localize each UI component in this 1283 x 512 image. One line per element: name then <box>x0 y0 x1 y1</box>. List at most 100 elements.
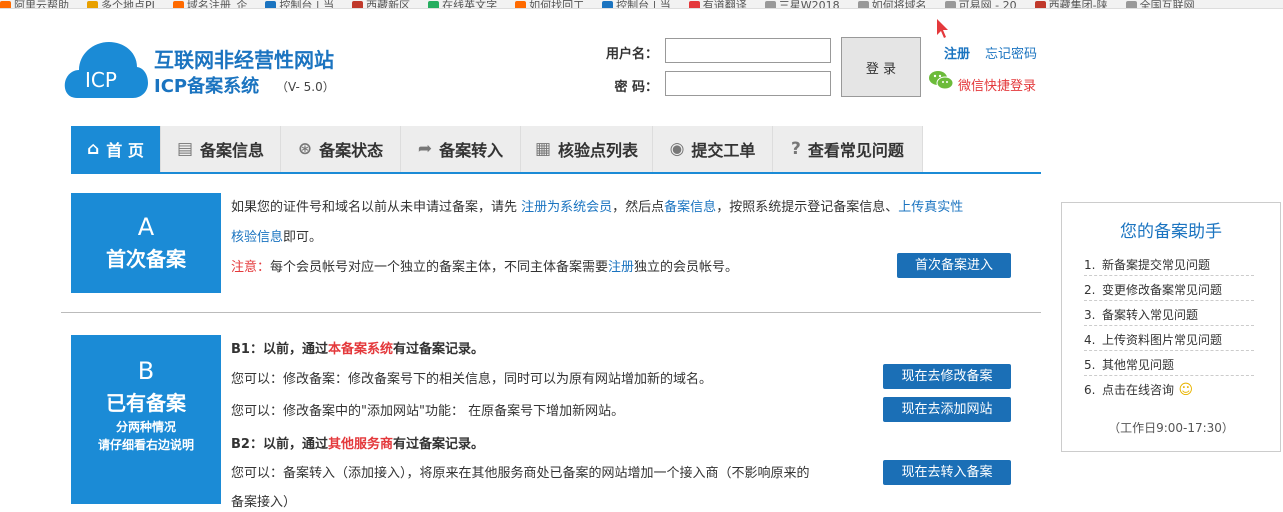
bookmark-label: 如何将域名 <box>871 0 927 9</box>
logo-icp-text: ICP <box>85 68 117 92</box>
modify-filing-button[interactable]: 现在去修改备案 <box>883 364 1011 389</box>
login-button[interactable]: 登 录 <box>841 37 921 97</box>
assistant-link-4[interactable]: 4. 上传资料图片常见问题 <box>1084 331 1254 351</box>
section-a-box: A 首次备案 <box>71 193 221 293</box>
section-a-title: 首次备案 <box>106 247 186 271</box>
working-hours: （工作日9:00-17:30） <box>1108 421 1234 435</box>
note-register-link[interactable]: 注册 <box>608 260 634 275</box>
bookmark-item[interactable]: 西藏新区 <box>352 0 411 9</box>
username-input[interactable] <box>665 38 831 63</box>
b1-heading: B1：以前，通过本备案系统有过备案记录。 <box>231 342 484 357</box>
bookmark-favicon-icon <box>602 0 614 8</box>
section-a-intro-line2: 核验信息即可。 <box>231 230 323 245</box>
section-b-sub1: 分两种情况 <box>115 420 176 434</box>
bookmark-favicon-icon <box>1034 0 1046 8</box>
password-label: 密 码： <box>614 80 658 95</box>
section-b-title: 已有备案 <box>106 391 186 415</box>
bookmark-label: 全国互联网 <box>1139 0 1195 9</box>
bookmark-favicon-icon <box>515 0 527 8</box>
section-b-sub2: 请仔细看右边说明 <box>97 438 194 452</box>
home-icon: ⌂ <box>87 139 100 159</box>
register-link[interactable]: 注册 <box>944 43 970 62</box>
wechat-icon[interactable] <box>928 70 954 90</box>
bookmark-label: 控制台 | 当 <box>616 0 671 9</box>
bookmark-favicon-icon <box>428 0 440 8</box>
section-a-letter: A <box>137 213 155 241</box>
bookmark-label: 西藏集团-陕 <box>1048 0 1108 9</box>
lifebuoy-icon: ⊛ <box>297 139 313 159</box>
add-website-button[interactable]: 现在去添加网站 <box>883 397 1011 422</box>
assistant-link-3[interactable]: 3. 备案转入常见问题 <box>1084 306 1254 326</box>
bookmark-label: 控制台 | 当 <box>279 0 335 9</box>
bookmark-item[interactable]: 阿里云帮助 <box>0 0 69 8</box>
transfer-filing-button[interactable]: 现在去转入备案 <box>883 460 1011 485</box>
username-label: 用户名： <box>606 47 659 62</box>
list-icon: ▦ <box>534 139 552 159</box>
bookmark-label: 域名注册_企 <box>186 0 248 9</box>
assistant-link-2[interactable]: 2. 变更修改备案常见问题 <box>1084 281 1254 301</box>
site-title: 互联网非经营性网站 <box>154 48 334 72</box>
bookmark-favicon-icon <box>688 0 700 8</box>
b2-heading: B2：以前，通过其他服务商有过备案记录。 <box>231 437 484 452</box>
nav-tab-label: 核验点列表 <box>558 141 639 160</box>
bookmark-item[interactable]: 全国互联网 <box>1125 0 1195 9</box>
mouse-cursor-icon <box>937 19 948 38</box>
bookmark-label: 西藏新区 <box>366 0 411 9</box>
user-icon: ◉ <box>669 139 685 159</box>
version-label: （V- 5.0） <box>276 80 335 94</box>
bookmark-item[interactable]: 西藏集团-陕 <box>1034 0 1108 9</box>
nav-tab-5[interactable]: ▦ 核验点列表 <box>521 126 653 172</box>
assistant-link-6[interactable]: 6. 点击在线咨询 ☺ <box>1084 381 1254 401</box>
bookmark-item[interactable]: 有道翻译 <box>688 0 747 8</box>
forgot-password-link[interactable]: 忘记密码 <box>985 43 1037 62</box>
bookmark-item[interactable]: 如何将域名 <box>857 0 927 9</box>
nav-tab-3[interactable]: ⊛ 备案状态 <box>281 126 401 172</box>
b1-line2: 您可以：修改备案中的"添加网站"功能： 在原备案号下增加新网站。 <box>231 404 625 419</box>
main-nav: ⌂ 首 页 ▤ 备案信息 ⊛ 备案状态 ➦ 备案转入 ▦ 核验点列表 ◉ 提交工单? 查看常见问题 <box>71 126 923 172</box>
bookmark-item[interactable]: 可易网 - 20 <box>944 0 1017 9</box>
verification-info-link[interactable]: 核验信息 <box>231 230 283 245</box>
register-member-link[interactable]: 注册为系统会员 <box>521 200 612 215</box>
nav-tab-label: 备案信息 <box>200 141 265 160</box>
bookmark-item[interactable]: 如何找回工 <box>515 0 585 9</box>
wechat-login-link[interactable]: 微信快捷登录 <box>958 75 1036 94</box>
first-filing-button[interactable]: 首次备案进入 <box>897 253 1011 278</box>
b1-line1: 您可以：修改备案：修改备案号下的相关信息，同时可以为原有网站增加新的域名。 <box>231 372 713 387</box>
bookmark-item[interactable]: 域名注册_企 <box>172 0 248 9</box>
filing-info-link[interactable]: 备案信息 <box>664 200 716 215</box>
nav-tab-6[interactable]: ◉ 提交工单 <box>653 126 773 172</box>
bookmark-favicon-icon <box>352 0 364 8</box>
nav-tab-1[interactable]: ⌂ 首 页 <box>71 126 161 172</box>
section-a-intro: 如果您的证件号和域名以前从未申请过备案，请先 注册为系统会员，然后点备案信息，按… <box>231 200 964 215</box>
assistant-title: 您的备案助手 <box>1120 222 1222 242</box>
nav-tab-label: 查看常见问题 <box>807 141 904 160</box>
assistant-link-1[interactable]: 1. 新备案提交常见问题 <box>1084 256 1254 276</box>
bookmark-label: 如何找回工 <box>529 0 585 9</box>
assistant-link-5[interactable]: 5. 其他常见问题 <box>1084 356 1254 376</box>
bookmark-label: 多个地点PI <box>101 0 155 9</box>
icp-cloud-logo: ICP <box>64 42 148 98</box>
bookmark-favicon-icon <box>172 0 184 8</box>
bookmark-label: 三星W2018 <box>778 0 840 9</box>
bookmark-favicon-icon <box>265 0 277 8</box>
upload-verification-link[interactable]: 上传真实性 <box>898 200 963 215</box>
system-title: ICP备案系统 <box>154 76 260 97</box>
password-input[interactable] <box>665 71 831 96</box>
bookmark-favicon-icon <box>944 0 956 8</box>
document-icon: ▤ <box>176 139 194 159</box>
bookmark-item[interactable]: 控制台 | 当 <box>265 0 335 9</box>
question-icon: ? <box>791 139 801 159</box>
section-b-letter: B <box>137 357 155 385</box>
section-a-note: 注意：每个会员帐号对应一个独立的备案主体，不同主体备案需要注册独立的会员帐号。 <box>231 260 739 275</box>
nav-tab-2[interactable]: ▤ 备案信息 <box>161 126 281 172</box>
bookmark-item[interactable]: 在线英文字 <box>428 0 498 9</box>
nav-tab-7[interactable]: ? 查看常见问题 <box>773 126 923 172</box>
bookmark-label: 可易网 - 20 <box>958 0 1017 9</box>
nav-tab-4[interactable]: ➦ 备案转入 <box>401 126 521 172</box>
bookmark-item[interactable]: 多个地点PI <box>87 0 155 9</box>
b2-line1: 您可以：备案转入（添加接入），将原来在其他服务商处已备案的网站增加一个接入商（不… <box>231 466 810 481</box>
bookmark-item[interactable]: 控制台 | 当 <box>602 0 671 9</box>
bookmark-label: 在线英文字 <box>442 0 498 9</box>
nav-tab-label: 备案转入 <box>439 141 504 160</box>
bookmark-item[interactable]: 三星W2018 <box>764 0 840 9</box>
